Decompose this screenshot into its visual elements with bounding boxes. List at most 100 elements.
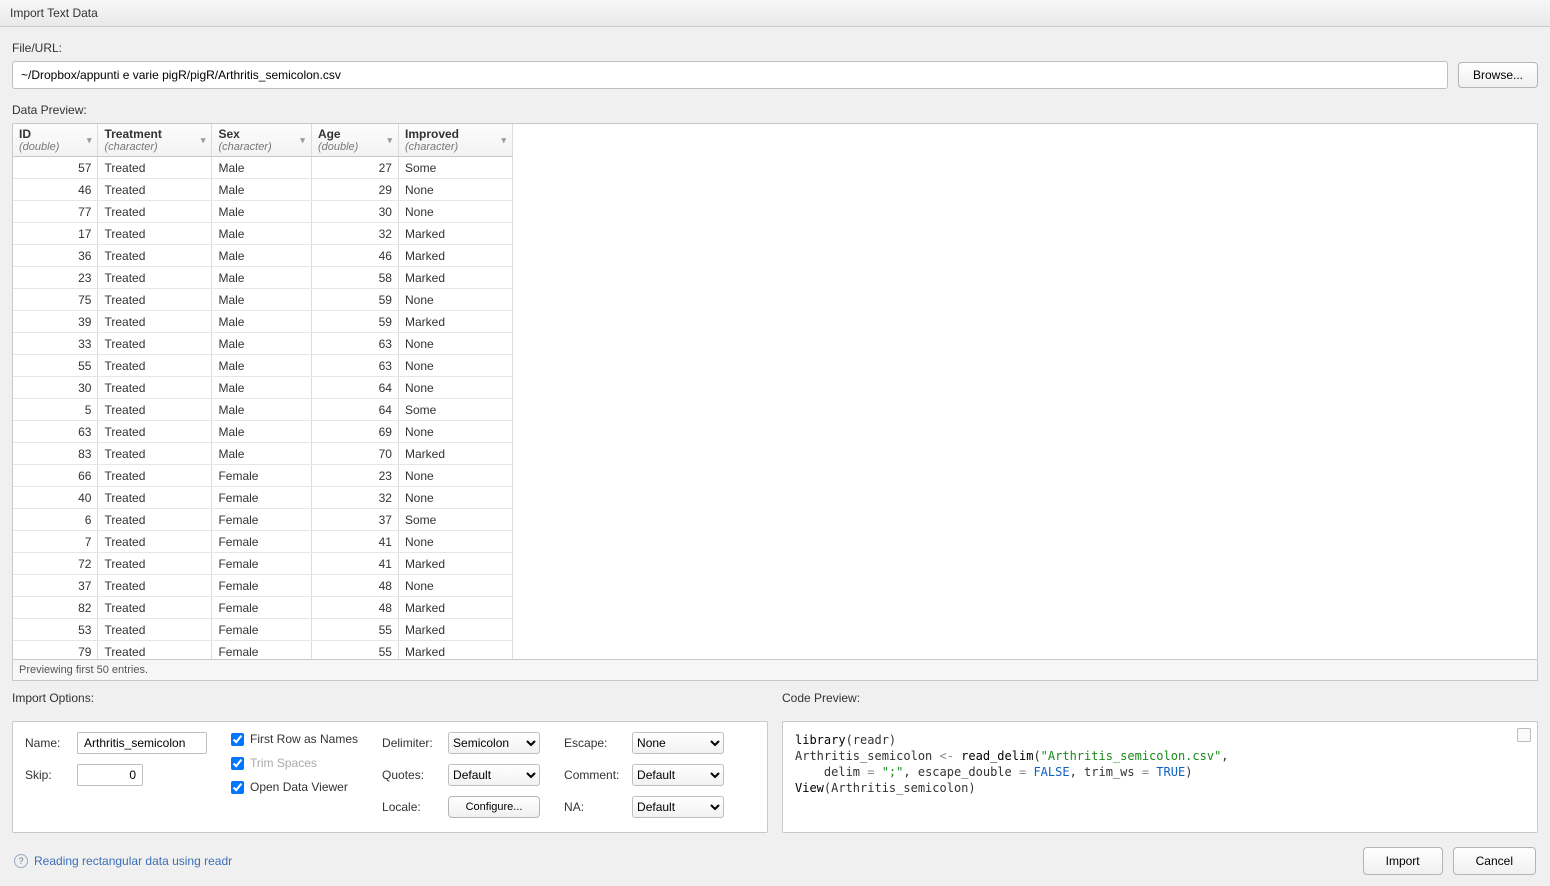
table-cell: 6	[13, 509, 98, 531]
table-row: 57TreatedMale27Some	[13, 157, 513, 179]
preview-footer: Previewing first 50 entries.	[12, 660, 1538, 681]
table-cell: 70	[311, 443, 398, 465]
first-row-checkbox[interactable]: First Row as Names	[231, 732, 358, 746]
table-cell: None	[398, 201, 512, 223]
comment-select[interactable]: Default	[632, 764, 724, 786]
table-cell: 37	[311, 509, 398, 531]
table-cell: None	[398, 465, 512, 487]
import-options-panel: Name: Skip: First Row as Names Trim Spac…	[12, 721, 768, 833]
code-preview-panel: library(readr) Arthritis_semicolon <- re…	[782, 721, 1538, 833]
table-cell: Treated	[98, 333, 212, 355]
column-type-dropdown-icon[interactable]: ▾	[501, 135, 506, 146]
table-cell: Male	[212, 311, 311, 333]
column-header-id[interactable]: ID(double)▾	[13, 124, 98, 157]
table-cell: 59	[311, 311, 398, 333]
table-cell: Treated	[98, 421, 212, 443]
table-cell: Female	[212, 597, 311, 619]
locale-configure-button[interactable]: Configure...	[448, 796, 540, 818]
help-link[interactable]: ? Reading rectangular data using readr	[14, 854, 232, 868]
name-input[interactable]	[77, 732, 207, 754]
table-cell: Female	[212, 575, 311, 597]
table-cell: None	[398, 377, 512, 399]
escape-select[interactable]: None	[632, 732, 724, 754]
table-cell: 32	[311, 487, 398, 509]
table-cell: 75	[13, 289, 98, 311]
table-cell: 48	[311, 575, 398, 597]
quotes-select[interactable]: Default	[448, 764, 540, 786]
table-cell: Treated	[98, 377, 212, 399]
table-cell: Female	[212, 619, 311, 641]
table-cell: Female	[212, 465, 311, 487]
help-icon: ?	[14, 854, 28, 868]
na-select[interactable]: Default	[632, 796, 724, 818]
table-cell: Some	[398, 157, 512, 179]
code-preview-text[interactable]: library(readr) Arthritis_semicolon <- re…	[795, 732, 1525, 796]
table-cell: 40	[13, 487, 98, 509]
trim-spaces-checkbox[interactable]: Trim Spaces	[231, 756, 358, 770]
table-cell: 63	[13, 421, 98, 443]
table-cell: Treated	[98, 223, 212, 245]
table-cell: None	[398, 333, 512, 355]
table-cell: Marked	[398, 443, 512, 465]
table-row: 66TreatedFemale23None	[13, 465, 513, 487]
table-cell: None	[398, 487, 512, 509]
table-row: 6TreatedFemale37Some	[13, 509, 513, 531]
code-preview-label: Code Preview:	[782, 691, 1538, 705]
table-row: 63TreatedMale69None	[13, 421, 513, 443]
column-type-dropdown-icon[interactable]: ▾	[87, 135, 92, 146]
column-type-dropdown-icon[interactable]: ▾	[300, 135, 305, 146]
cancel-button[interactable]: Cancel	[1453, 847, 1536, 875]
locale-label: Locale:	[382, 800, 442, 814]
table-cell: Treated	[98, 157, 212, 179]
table-cell: Female	[212, 553, 311, 575]
table-cell: 79	[13, 641, 98, 661]
file-url-input[interactable]	[12, 61, 1448, 89]
table-row: 46TreatedMale29None	[13, 179, 513, 201]
table-cell: 57	[13, 157, 98, 179]
data-preview-table[interactable]: ID(double)▾Treatment(character)▾Sex(char…	[12, 123, 1538, 660]
table-cell: 55	[311, 619, 398, 641]
open-data-viewer-checkbox[interactable]: Open Data Viewer	[231, 780, 358, 794]
table-cell: Treated	[98, 619, 212, 641]
browse-button[interactable]: Browse...	[1458, 62, 1538, 88]
column-header-improved[interactable]: Improved(character)▾	[398, 124, 512, 157]
table-cell: Some	[398, 399, 512, 421]
table-row: 40TreatedFemale32None	[13, 487, 513, 509]
table-cell: 36	[13, 245, 98, 267]
table-row: 30TreatedMale64None	[13, 377, 513, 399]
table-row: 72TreatedFemale41Marked	[13, 553, 513, 575]
copy-code-icon[interactable]	[1517, 728, 1531, 742]
table-cell: Male	[212, 399, 311, 421]
delimiter-label: Delimiter:	[382, 736, 442, 750]
table-row: 23TreatedMale58Marked	[13, 267, 513, 289]
column-type-dropdown-icon[interactable]: ▾	[387, 135, 392, 146]
delimiter-select[interactable]: Semicolon	[448, 732, 540, 754]
table-cell: 32	[311, 223, 398, 245]
table-cell: 46	[311, 245, 398, 267]
quotes-label: Quotes:	[382, 768, 442, 782]
table-cell: 29	[311, 179, 398, 201]
table-cell: 55	[311, 641, 398, 661]
column-header-treatment[interactable]: Treatment(character)▾	[98, 124, 212, 157]
table-row: 33TreatedMale63None	[13, 333, 513, 355]
column-header-age[interactable]: Age(double)▾	[311, 124, 398, 157]
table-cell: 82	[13, 597, 98, 619]
skip-input[interactable]	[77, 764, 143, 786]
import-button[interactable]: Import	[1363, 847, 1443, 875]
table-cell: None	[398, 179, 512, 201]
table-cell: 64	[311, 377, 398, 399]
table-row: 36TreatedMale46Marked	[13, 245, 513, 267]
table-row: 5TreatedMale64Some	[13, 399, 513, 421]
table-row: 55TreatedMale63None	[13, 355, 513, 377]
table-cell: Treated	[98, 267, 212, 289]
table-row: 7TreatedFemale41None	[13, 531, 513, 553]
escape-label: Escape:	[564, 736, 626, 750]
column-type-dropdown-icon[interactable]: ▾	[201, 135, 206, 146]
table-cell: Marked	[398, 553, 512, 575]
table-cell: 27	[311, 157, 398, 179]
column-header-sex[interactable]: Sex(character)▾	[212, 124, 311, 157]
table-cell: 46	[13, 179, 98, 201]
table-cell: Male	[212, 289, 311, 311]
skip-label: Skip:	[25, 768, 71, 782]
table-cell: Treated	[98, 201, 212, 223]
